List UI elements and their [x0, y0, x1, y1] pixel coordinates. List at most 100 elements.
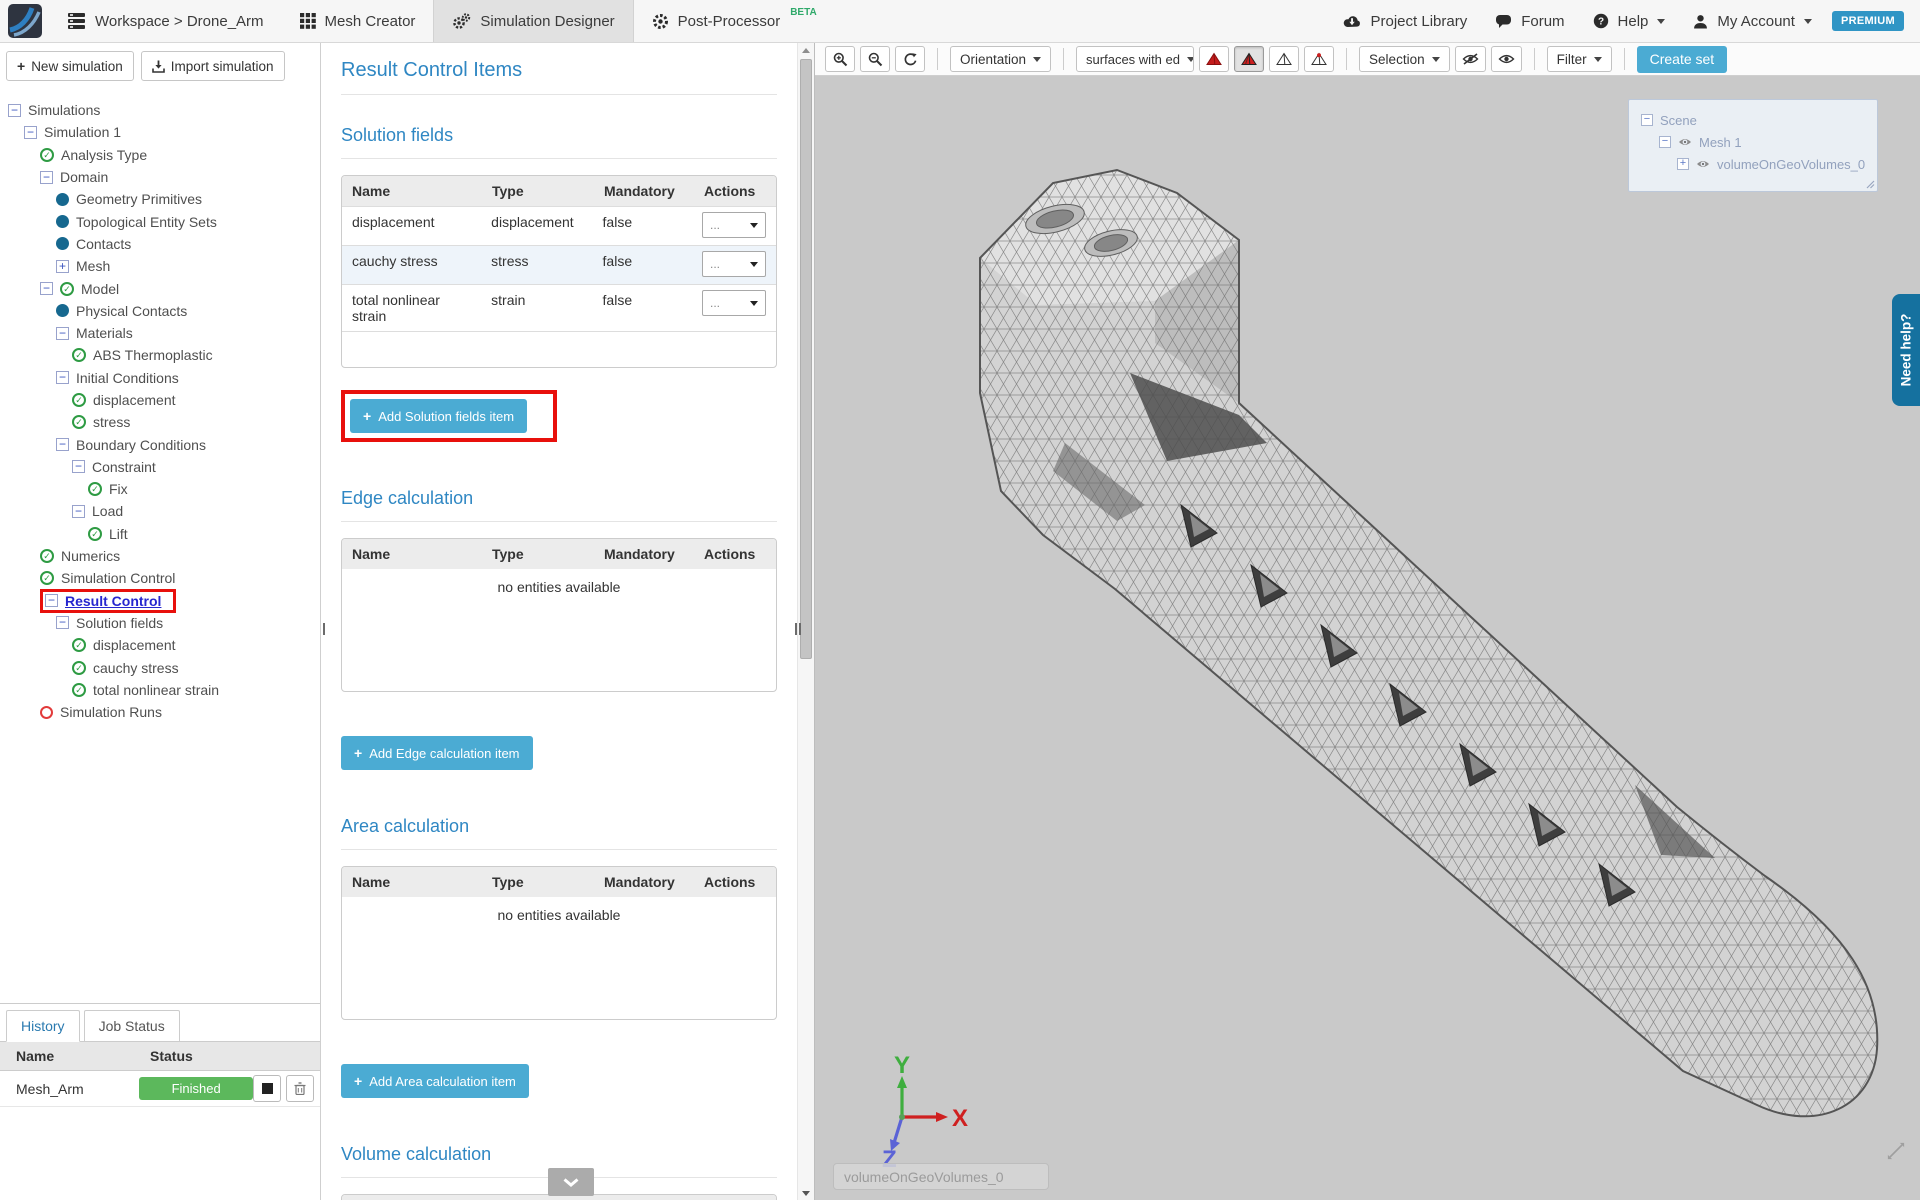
- workspace-breadcrumb[interactable]: Workspace > Drone_Arm: [50, 0, 282, 42]
- actions-dropdown[interactable]: ...: [702, 290, 766, 316]
- tree-label[interactable]: Physical Contacts: [76, 303, 187, 319]
- my-account-menu[interactable]: My Account: [1679, 13, 1826, 30]
- import-simulation-button[interactable]: Import simulation: [141, 51, 285, 81]
- tree-label[interactable]: Topological Entity Sets: [76, 214, 217, 230]
- toolbar-separator: [1624, 48, 1625, 70]
- selection-dropdown[interactable]: Selection: [1359, 46, 1450, 72]
- tree-collapse-box[interactable]: −: [56, 327, 69, 340]
- delete-job-button[interactable]: [286, 1075, 314, 1102]
- scrollbar-thumb[interactable]: [800, 59, 812, 659]
- tree-label[interactable]: Analysis Type: [61, 147, 147, 163]
- tree-label[interactable]: displacement: [93, 637, 176, 653]
- tree-label[interactable]: Initial Conditions: [76, 370, 179, 386]
- tree-collapse-box[interactable]: −: [45, 594, 58, 607]
- tree-collapse-box[interactable]: −: [56, 371, 69, 384]
- tab-history[interactable]: History: [6, 1010, 80, 1042]
- tree-label[interactable]: Lift: [109, 526, 128, 542]
- tree-label[interactable]: Result Control: [65, 593, 161, 609]
- scene-label[interactable]: Mesh 1: [1699, 135, 1742, 150]
- tree-label[interactable]: Simulation 1: [44, 124, 121, 140]
- project-library-button[interactable]: Project Library: [1328, 13, 1482, 30]
- tree-collapse-box[interactable]: −: [72, 460, 85, 473]
- panel-splitter-left[interactable]: [321, 618, 326, 640]
- tree-label[interactable]: Contacts: [76, 236, 131, 252]
- render-solid-button[interactable]: [1199, 46, 1229, 72]
- help-menu[interactable]: ? Help: [1579, 13, 1680, 30]
- render-points-button[interactable]: [1304, 46, 1334, 72]
- tree-collapse-box[interactable]: −: [1659, 136, 1671, 148]
- need-help-tab[interactable]: Need help?: [1892, 294, 1920, 406]
- add-solution-fields-item-button[interactable]: +Add Solution fields item: [350, 399, 527, 433]
- tree-collapse-box[interactable]: −: [40, 171, 53, 184]
- tree-label[interactable]: displacement: [93, 392, 176, 408]
- resize-handle-icon[interactable]: [1865, 179, 1875, 189]
- filter-dropdown[interactable]: Filter: [1547, 46, 1612, 72]
- tree-label[interactable]: Model: [81, 281, 119, 297]
- render-mode-select[interactable]: surfaces with ed: [1076, 46, 1194, 72]
- new-simulation-button[interactable]: + New simulation: [6, 51, 134, 81]
- tree-label[interactable]: ABS Thermoplastic: [93, 347, 213, 363]
- tree-collapse-box[interactable]: −: [40, 282, 53, 295]
- tree-label[interactable]: Solution fields: [76, 615, 163, 631]
- tree-label[interactable]: Boundary Conditions: [76, 437, 206, 453]
- hide-selected-button[interactable]: [1455, 46, 1486, 72]
- eye-icon[interactable]: [1678, 135, 1692, 150]
- tree-collapse-box[interactable]: −: [24, 126, 37, 139]
- orientation-dropdown[interactable]: Orientation: [950, 46, 1051, 72]
- tree-label[interactable]: cauchy stress: [93, 660, 179, 676]
- tree-label[interactable]: Simulation Control: [61, 570, 175, 586]
- eye-icon[interactable]: [1696, 157, 1710, 172]
- workspace-icon: [68, 13, 86, 29]
- refresh-view-button[interactable]: [895, 46, 925, 72]
- tree-label[interactable]: Load: [92, 503, 123, 519]
- tree-label[interactable]: total nonlinear strain: [93, 682, 219, 698]
- tree-label[interactable]: Numerics: [61, 548, 120, 564]
- add-area-calculation-item-button[interactable]: +Add Area calculation item: [341, 1064, 529, 1098]
- create-set-button[interactable]: Create set: [1637, 46, 1728, 73]
- tree-item-result-control: −Result Control: [0, 590, 320, 612]
- tree-collapse-box[interactable]: −: [56, 438, 69, 451]
- actions-dropdown[interactable]: ...: [702, 212, 766, 238]
- drone-arm-mesh[interactable]: [815, 43, 1920, 1200]
- tree-label[interactable]: Geometry Primitives: [76, 191, 202, 207]
- scroll-more-indicator[interactable]: [548, 1168, 594, 1196]
- tree-label[interactable]: Materials: [76, 325, 133, 341]
- logo-icon: [8, 4, 42, 38]
- panel-splitter-right[interactable]: [793, 618, 802, 640]
- tree-label[interactable]: Domain: [60, 169, 108, 185]
- tree-label[interactable]: Mesh: [76, 258, 110, 274]
- tree-label[interactable]: Constraint: [92, 459, 156, 475]
- forum-button[interactable]: Forum: [1481, 13, 1578, 30]
- tree-label[interactable]: Fix: [109, 481, 128, 497]
- tree-item-mesh: + Mesh: [0, 255, 320, 277]
- tree-label[interactable]: stress: [93, 414, 130, 430]
- tab-simulation-designer[interactable]: Simulation Designer: [433, 0, 633, 42]
- tree-collapse-box[interactable]: −: [1641, 114, 1653, 126]
- stop-job-button[interactable]: [253, 1075, 281, 1102]
- tree-collapse-box[interactable]: −: [8, 104, 21, 117]
- tree-collapse-box[interactable]: −: [56, 616, 69, 629]
- show-all-button[interactable]: [1491, 46, 1522, 72]
- render-surfaces-edges-button[interactable]: [1234, 46, 1264, 72]
- tab-job-status[interactable]: Job Status: [84, 1010, 180, 1042]
- scene-label[interactable]: Scene: [1660, 113, 1697, 128]
- tree-collapse-box[interactable]: −: [72, 505, 85, 518]
- zoom-out-button[interactable]: [860, 46, 890, 72]
- tab-post-processor[interactable]: Post-Processor BETA: [634, 0, 835, 42]
- scene-label[interactable]: volumeOnGeoVolumes_0: [1717, 157, 1865, 172]
- tree-expand-box[interactable]: +: [1677, 158, 1689, 170]
- zoom-in-button[interactable]: [825, 46, 855, 72]
- tree-label[interactable]: Simulation Runs: [60, 704, 162, 720]
- tab-mesh-creator[interactable]: Mesh Creator: [282, 0, 434, 42]
- user-icon: [1693, 14, 1708, 29]
- tree-label[interactable]: Simulations: [28, 102, 100, 118]
- render-wireframe-button[interactable]: [1269, 46, 1299, 72]
- add-edge-calculation-item-button[interactable]: +Add Edge calculation item: [341, 736, 533, 770]
- fullscreen-icon[interactable]: [1886, 1141, 1906, 1161]
- app-logo[interactable]: [0, 0, 50, 42]
- scroll-down-arrow-icon[interactable]: [802, 1191, 810, 1196]
- viewer-3d[interactable]: Orientation surfaces with ed: [815, 43, 1920, 1200]
- tree-expand-box[interactable]: +: [56, 260, 69, 273]
- actions-dropdown[interactable]: ...: [702, 251, 766, 277]
- scroll-up-arrow-icon[interactable]: [802, 48, 810, 53]
